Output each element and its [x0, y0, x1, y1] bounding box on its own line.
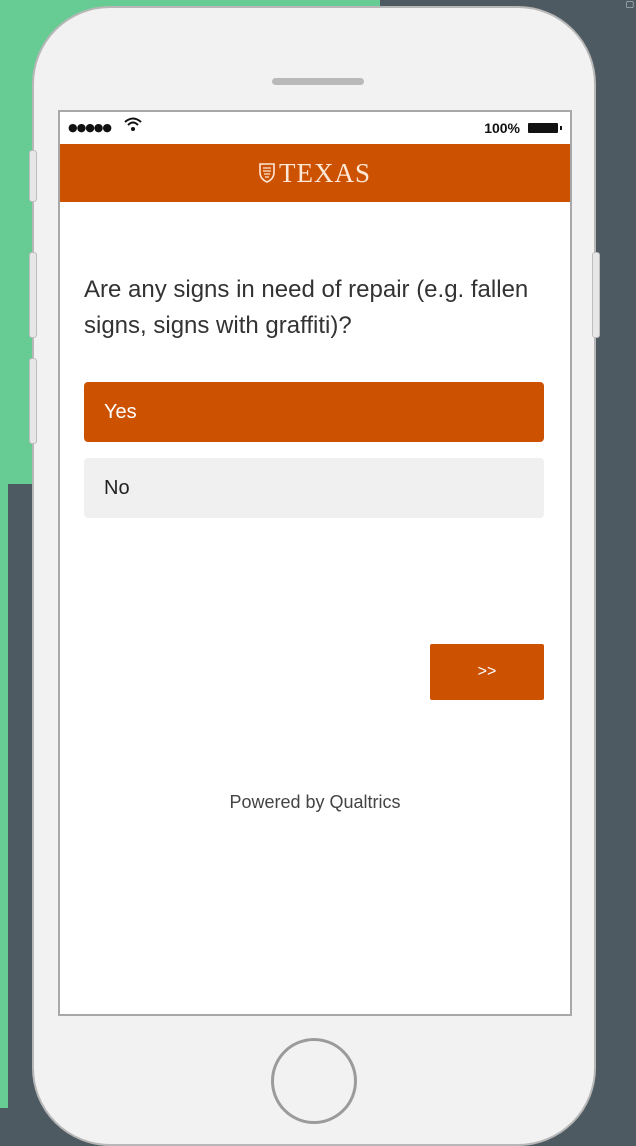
power-button: [592, 252, 600, 338]
wifi-icon: [124, 116, 142, 136]
signal-icon: ●●●●●: [68, 121, 112, 134]
battery-icon: [528, 123, 562, 133]
choice-no[interactable]: No: [84, 458, 544, 518]
header-bar: TEXAS: [60, 144, 570, 202]
logo: TEXAS: [259, 158, 371, 189]
choice-yes[interactable]: Yes: [84, 382, 544, 442]
mute-switch: [29, 150, 37, 202]
question-text: Are any signs in need of repair (e.g. fa…: [84, 276, 529, 339]
shield-icon: [259, 163, 275, 183]
status-bar: ●●●●● 100%: [60, 112, 570, 144]
logo-text: TEXAS: [279, 157, 371, 188]
phone-screen: ●●●●● 100% TEXAS Are any signs in need o…: [58, 110, 572, 1016]
battery-percentage: 100%: [484, 120, 520, 136]
background-strip: [0, 0, 8, 1108]
volume-down-button: [29, 358, 37, 444]
home-button[interactable]: [271, 1038, 357, 1124]
speaker-grille: [272, 78, 364, 85]
powered-by-text: Powered by Qualtrics: [229, 792, 401, 812]
volume-up-button: [29, 252, 37, 338]
corner-mark: ▢: [625, 0, 634, 10]
next-button[interactable]: >>: [430, 644, 544, 700]
